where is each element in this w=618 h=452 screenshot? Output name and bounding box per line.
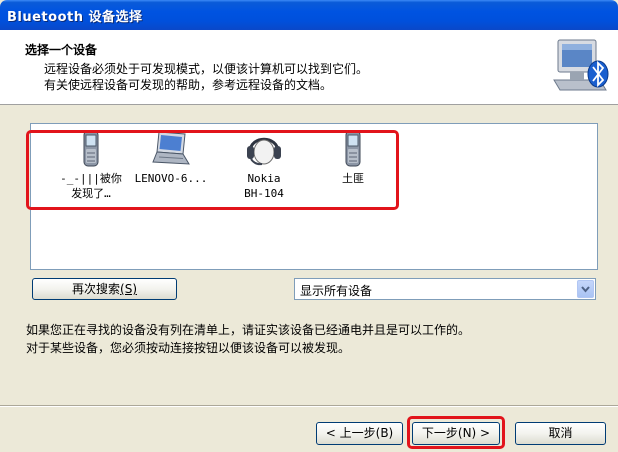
next-button[interactable]: 下一步(N) > [412,422,500,445]
header-description-line2: 有关使远程设备可发现的帮助，参考远程设备的文档。 [44,78,333,92]
device-item[interactable]: -_-|||被你 发现了… [46,130,136,201]
footer-divider [0,405,618,407]
device-list: -_-|||被你 发现了… LENOVO-6... Nokia BH-104 土… [30,123,598,270]
search-again-label: 再次搜索 [72,282,121,296]
device-filter-select[interactable]: 显示所有设备 [294,278,596,300]
device-label-line2: 发现了… [71,187,111,200]
back-button-label: < 上一步(B) [325,426,394,440]
cancel-button-label: 取消 [548,426,573,440]
device-label: 土匪 [342,172,364,185]
info-text-line2: 对于某些设备，您必须按动连接按钮以便该设备可以被发现。 [26,341,351,355]
info-text-line1: 如果您正在寻找的设备没有列在清单上，请证实该设备已经通电并且是可以工作的。 [26,323,471,337]
header-description-line1: 远程设备必须处于可发现模式，以便该计算机可以找到它们。 [44,62,369,76]
header-title: 选择一个设备 [25,43,98,57]
device-label: LENOVO-6... [134,172,208,185]
search-again-mnemonic: (S) [120,282,137,296]
chevron-down-icon[interactable] [577,280,594,298]
window-title: Bluetooth 设备选择 [7,10,143,25]
device-label: Nokia [247,172,281,185]
mobile-phone-icon [83,130,99,167]
device-filter-value: 显示所有设备 [300,284,373,298]
device-item[interactable]: 土匪 [308,130,398,186]
wizard-header: 选择一个设备 远程设备必须处于可发现模式，以便该计算机可以找到它们。 有关使远程… [0,30,618,105]
bluetooth-computer-icon [553,39,609,91]
back-button[interactable]: < 上一步(B) [316,422,403,445]
device-label-line2: BH-104 [244,187,284,200]
title-bar: Bluetooth 设备选择 [0,0,618,30]
cancel-button[interactable]: 取消 [515,422,606,445]
search-again-button[interactable]: 再次搜索(S) [32,278,177,300]
device-item[interactable]: Nokia BH-104 [219,130,309,201]
device-item[interactable]: LENOVO-6... [126,130,216,186]
device-label: -_-|||被你 [60,172,122,185]
mobile-phone-icon [345,130,361,167]
next-button-label: 下一步(N) > [421,426,491,440]
headset-icon [247,137,281,166]
laptop-icon [152,131,190,165]
